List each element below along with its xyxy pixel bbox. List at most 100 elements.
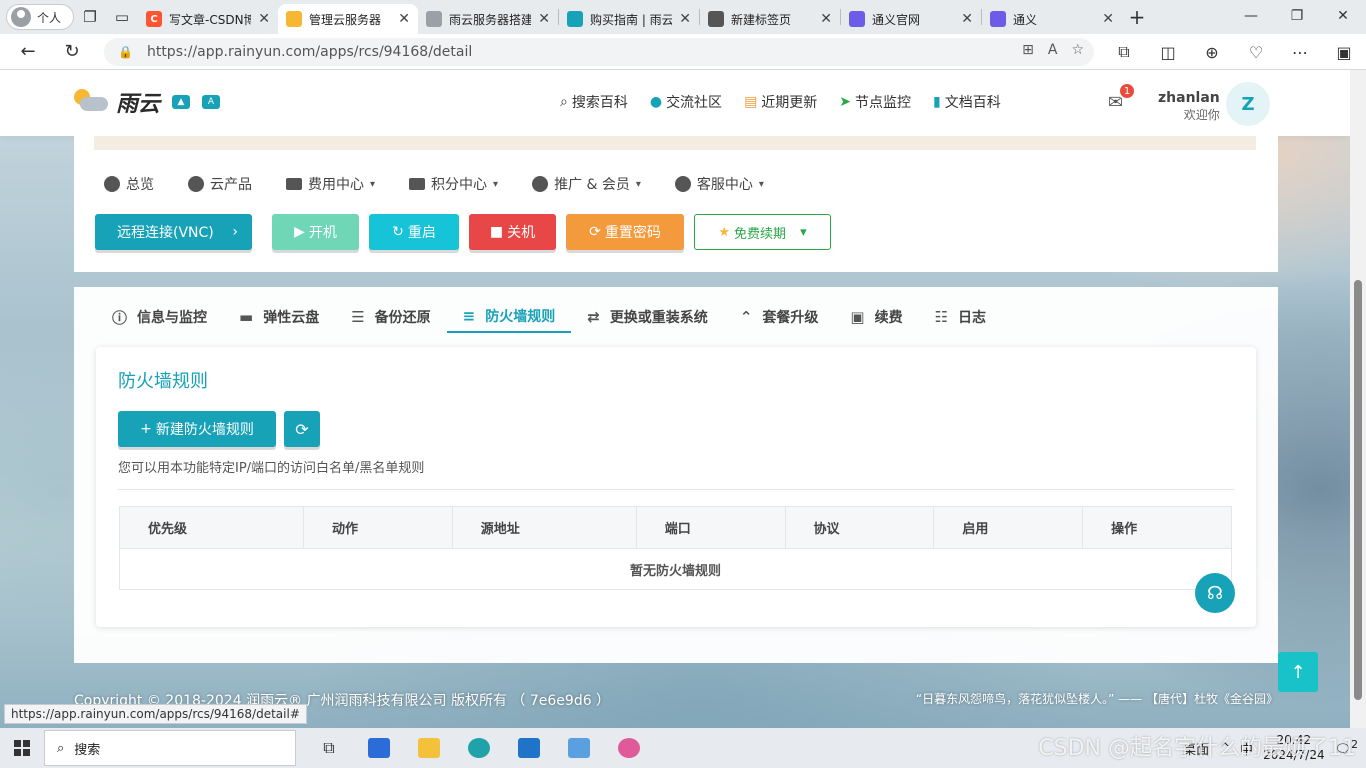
cubes-icon [188, 176, 204, 192]
url-field[interactable]: 🔒 https://app.rainyun.com/apps/rcs/94168… [104, 38, 1094, 66]
close-tab-icon[interactable]: ✕ [1102, 11, 1114, 27]
tab-actions-icon[interactable]: ▭ [106, 3, 138, 31]
nav-community[interactable]: ● 交流社区 [650, 92, 722, 112]
tab-label: 弹性云盘 [263, 310, 320, 326]
browser-tab-title: 雨云服务器搭建 [449, 12, 532, 27]
close-tab-icon[interactable]: ✕ [398, 11, 410, 27]
tab-renew[interactable]: ▣ 续费 [834, 301, 918, 333]
reload-button[interactable]: ↻ [54, 37, 90, 67]
close-tab-icon[interactable]: ✕ [679, 11, 691, 27]
tab-logs[interactable]: ☷ 日志 [919, 301, 1002, 333]
link-status-tooltip: https://app.rainyun.com/apps/rcs/94168/d… [4, 704, 307, 724]
reboot-label: 重启 [407, 225, 436, 241]
menu-cloud-products[interactable]: 云产品 [188, 174, 252, 194]
menu-promotion[interactable]: 推广 & 会员 ▾ [532, 174, 641, 194]
remote-desktop-icon[interactable] [554, 728, 604, 768]
nav-updates[interactable]: ▤ 近期更新 [744, 92, 817, 112]
back-button[interactable]: ← [10, 37, 46, 67]
favorite-star-icon[interactable]: ☆ [1071, 42, 1084, 58]
vnc-button[interactable]: 远程连接(VNC) › [95, 214, 252, 250]
mail-button[interactable]: ✉ 1 [1108, 82, 1136, 113]
free-renew-dropdown[interactable]: ★ 免费续期 ▾ [694, 214, 831, 250]
menu-label: 客服中心 [696, 177, 753, 193]
detail-tabs: ⓘ 信息与监控 ▬ 弹性云盘 ☰ 备份还原 ≡ 防火墙规则 ⇄ 更换或重装系统 … [96, 301, 1002, 333]
tab-cloud-disk[interactable]: ▬ 弹性云盘 [223, 301, 335, 333]
new-tab-button[interactable]: + [1122, 5, 1152, 29]
power-on-button[interactable]: ▶ 开机 [272, 214, 359, 250]
column-header: 启用 [933, 506, 1084, 549]
file-explorer-icon[interactable] [404, 728, 454, 768]
split-screen-icon[interactable]: ◫ [1146, 43, 1190, 62]
exchange-icon: ⇄ [587, 308, 600, 326]
scrollbar-thumb[interactable] [1354, 280, 1362, 700]
send-icon: ➤ [839, 94, 852, 110]
browser-tab[interactable]: 通义 ✕ [982, 4, 1122, 34]
user-info[interactable]: zhanlan 欢迎你 [1158, 90, 1220, 123]
tab-info-monitor[interactable]: ⓘ 信息与监控 [96, 301, 223, 333]
reset-password-button[interactable]: ⟳ 重置密码 [566, 214, 684, 250]
browser-tab-active[interactable]: 管理云服务器 ✕ [278, 4, 418, 34]
workspaces-icon[interactable]: ❐ [74, 3, 106, 31]
more-menu-icon[interactable]: ⋯ [1278, 43, 1322, 62]
collections-icon[interactable]: ⊕ [1190, 43, 1234, 62]
news-icon: ▤ [744, 94, 758, 110]
add-firewall-rule-button[interactable]: + 新建防火墙规则 [118, 411, 276, 447]
menu-support[interactable]: 客服中心 ▾ [674, 174, 764, 194]
close-tab-icon[interactable]: ✕ [258, 11, 270, 27]
menu-billing[interactable]: 费用中心 ▾ [286, 174, 375, 194]
browser-tab[interactable]: C 写文章-CSDN博客 ✕ [138, 4, 278, 34]
taskbar-search[interactable]: ⌕ 搜索 [44, 730, 296, 766]
tab-reinstall[interactable]: ⇄ 更换或重装系统 [571, 301, 724, 333]
rainyun-docs-favicon-icon [567, 11, 583, 27]
close-tab-icon[interactable]: ✕ [820, 11, 832, 27]
tab-label: 套餐升级 [762, 310, 819, 326]
banner-strip [94, 136, 1256, 150]
nav-node-monitor[interactable]: ➤ 节点监控 [839, 92, 911, 112]
page-scrollbar[interactable] [1350, 70, 1366, 728]
firewall-description: 您可以用本功能特定IP/端口的访问白名单/黑名单规则 [118, 461, 425, 476]
profile-button[interactable]: 个人 [6, 4, 74, 30]
sidebar-icon[interactable]: ▣ [1322, 43, 1366, 62]
browser-tab[interactable]: 新建标签页 ✕ [700, 4, 840, 34]
menu-points[interactable]: 积分中心 ▾ [409, 174, 498, 194]
site-logo[interactable]: 雨云 ▲ A [72, 86, 221, 118]
store-icon[interactable] [354, 728, 404, 768]
tab-firewall[interactable]: ≡ 防火墙规则 [446, 301, 572, 333]
tab-label: 日志 [958, 310, 987, 326]
nav-search-wiki[interactable]: ⌕ 搜索百科 [560, 92, 628, 112]
back-to-top-button[interactable]: ↑ [1278, 652, 1318, 692]
menu-overview[interactable]: 总览 [104, 174, 154, 194]
nav-docs[interactable]: ▮ 文档百科 [933, 92, 1001, 112]
list-check-icon: ☷ [934, 308, 949, 326]
close-tab-icon[interactable]: ✕ [961, 11, 973, 27]
task-view-icon[interactable]: ⧉ [304, 728, 354, 768]
browser-tab[interactable]: 购买指南 | 雨云 ✕ [559, 4, 699, 34]
close-tab-icon[interactable]: ✕ [538, 11, 550, 27]
image-toggle-icon[interactable]: ▲ [172, 95, 191, 109]
customer-support-button[interactable]: ☊ [1195, 573, 1235, 613]
close-window-icon[interactable]: ✕ [1320, 0, 1366, 32]
shutdown-button[interactable]: ■ 关机 [469, 214, 556, 250]
divider [118, 489, 1234, 490]
browser-tab-bar: 个人 ❐ ▭ C 写文章-CSDN博客 ✕ 管理云服务器 ✕ 雨云服务器搭建 ✕… [0, 0, 1366, 34]
reboot-button[interactable]: ↻ 重启 [369, 214, 459, 250]
browser-essentials-icon[interactable]: ♡ [1234, 43, 1278, 62]
avatar[interactable]: Z [1226, 82, 1270, 126]
restore-icon[interactable]: ❐ [1274, 0, 1320, 32]
apps-icon[interactable]: ⊞ [1022, 42, 1034, 58]
browser-tab[interactable]: 雨云服务器搭建 ✕ [418, 4, 558, 34]
start-button[interactable] [0, 728, 44, 768]
edge-icon[interactable] [454, 728, 504, 768]
extensions-icon[interactable]: ⧉ [1102, 42, 1146, 62]
chevron-down-icon: ▾ [370, 178, 376, 190]
play-icon: ▶ [294, 224, 305, 240]
app-flame-icon[interactable] [604, 728, 654, 768]
tab-upgrade[interactable]: ⌃ 套餐升级 [724, 301, 835, 333]
read-aloud-icon[interactable]: A [1048, 42, 1058, 58]
mail-app-icon[interactable] [504, 728, 554, 768]
minimize-icon[interactable]: — [1228, 0, 1274, 32]
tab-backup[interactable]: ☰ 备份还原 [335, 301, 446, 333]
refresh-button[interactable]: ⟳ [284, 411, 320, 447]
browser-tab[interactable]: 通义官网 ✕ [841, 4, 981, 34]
translate-icon[interactable]: A [202, 95, 221, 109]
